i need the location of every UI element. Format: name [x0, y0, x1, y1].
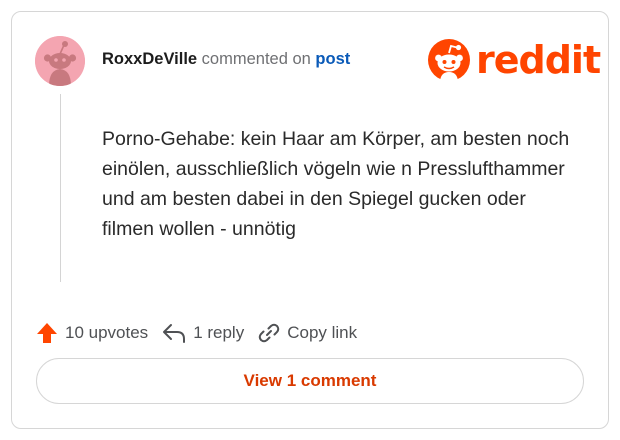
action-bar: 10 upvotes 1 reply Copy link	[36, 318, 371, 348]
thread-line	[60, 94, 61, 282]
snoo-avatar-icon	[35, 36, 85, 86]
reply-button[interactable]: 1 reply	[162, 322, 244, 344]
view-comment-label: View 1 comment	[243, 371, 377, 390]
upvote-button[interactable]: 10 upvotes	[36, 322, 148, 344]
comment-meta: RoxxDeVille commented on post	[102, 50, 350, 69]
username[interactable]: RoxxDeVille	[102, 50, 197, 68]
reddit-wordmark: reddit	[476, 38, 601, 82]
copy-link-label: Copy link	[287, 323, 358, 342]
comment-body: Porno-Gehabe: kein Haar am Körper, am be…	[102, 128, 570, 240]
commented-on-text: commented on	[201, 50, 311, 68]
reply-arrow-icon	[163, 324, 186, 343]
reply-count: 1 reply	[193, 323, 245, 342]
copy-link-button[interactable]: Copy link	[258, 322, 357, 344]
link-icon	[258, 323, 280, 343]
reddit-snoo-icon	[428, 39, 470, 81]
avatar[interactable]	[35, 36, 85, 86]
comment-card: RoxxDeVille commented on post reddit Por…	[11, 11, 609, 429]
upvote-count: 10 upvotes	[65, 323, 149, 342]
post-link[interactable]: post	[315, 50, 350, 68]
reddit-logo: reddit	[428, 38, 601, 82]
view-comment-button[interactable]: View 1 comment	[36, 358, 584, 404]
upvote-arrow-icon	[37, 323, 57, 343]
